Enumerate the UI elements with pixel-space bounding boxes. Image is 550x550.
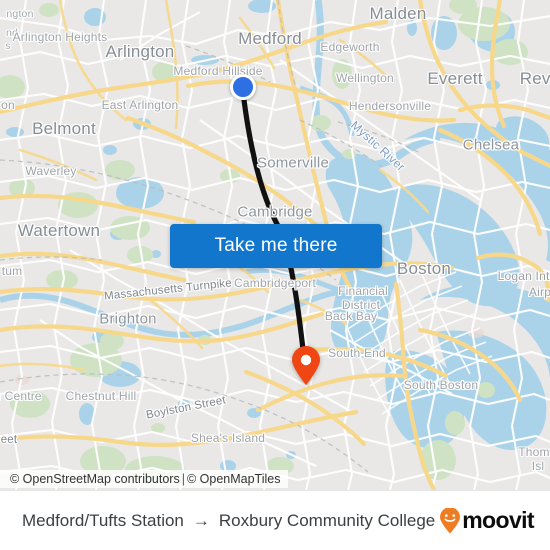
app-root: ngton nd s Arlington Heights Arlington Medfor…: [0, 0, 550, 550]
take-me-there-label: Take me there: [214, 235, 338, 256]
route-summary: Medford/Tufts Station → Roxbury Communit…: [22, 511, 439, 531]
origin-label: Medford/Tufts Station: [22, 510, 184, 530]
arrow-icon: →: [192, 511, 210, 530]
moovit-logo[interactable]: moovit: [439, 507, 535, 534]
destination-marker[interactable]: [291, 346, 321, 386]
take-me-there-button[interactable]: Take me there: [170, 224, 382, 268]
map-attribution-text: © OpenStreetMap contributors | © OpenMapTi…: [0, 470, 289, 488]
attribution-separator: |: [181, 472, 185, 486]
destination-label: Roxbury Community College: [218, 510, 436, 530]
footer-bar: Medford/Tufts Station → Roxbury Communit…: [0, 490, 550, 550]
moovit-wordmark: moovit: [462, 507, 534, 533]
origin-marker[interactable]: [230, 74, 256, 100]
map-canvas[interactable]: ngton nd s Arlington Heights Arlington Medfor…: [0, 0, 550, 490]
osm-attribution-link[interactable]: © OpenStreetMap contributors: [10, 472, 180, 486]
moovit-pin-icon: [440, 507, 461, 533]
openmaptiles-attribution-link[interactable]: © OpenMapTiles: [187, 472, 281, 486]
